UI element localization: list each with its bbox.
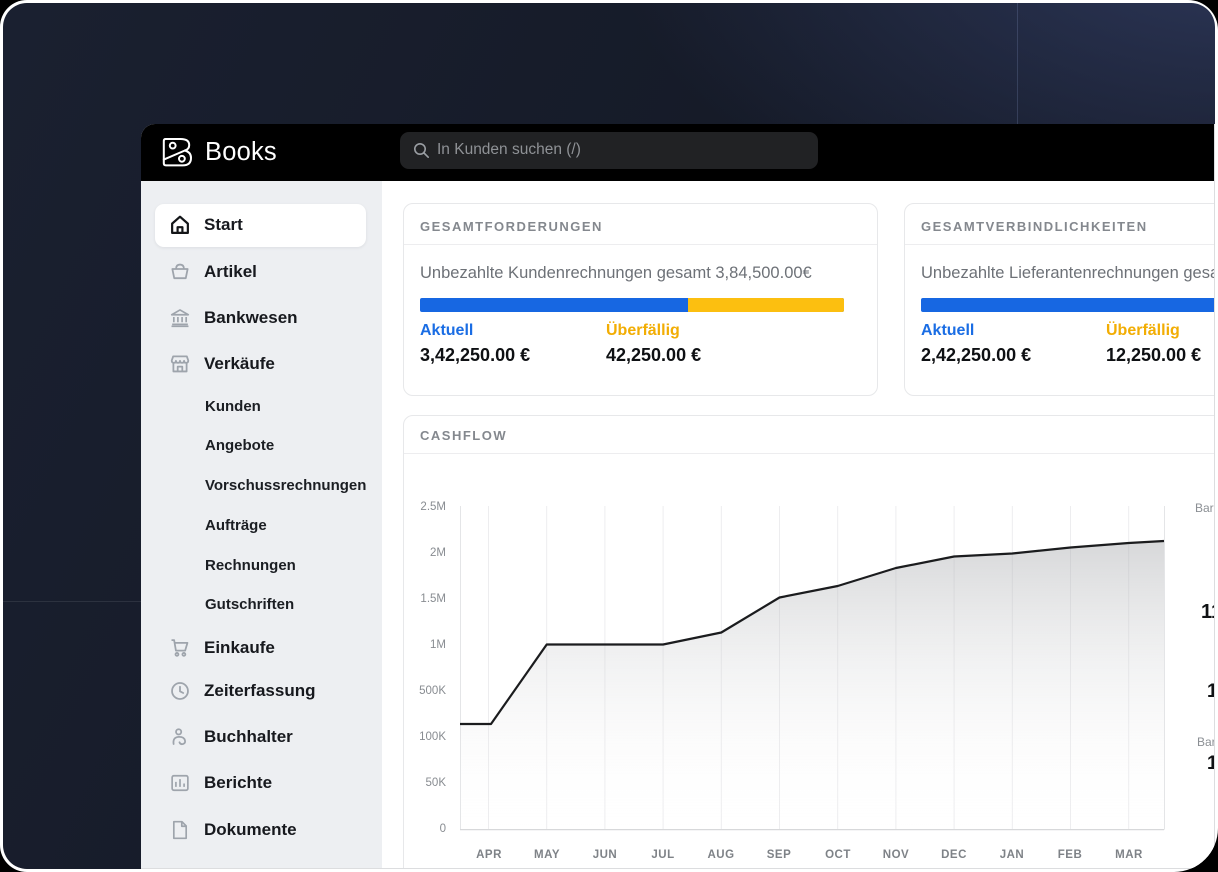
svg-text:SEP: SEP (767, 849, 792, 861)
svg-text:MAY: MAY (534, 849, 560, 861)
svg-text:JUN: JUN (593, 849, 618, 861)
svg-text:JUL: JUL (651, 849, 674, 861)
svg-text:APR: APR (476, 849, 502, 861)
svg-text:AUG: AUG (707, 849, 734, 861)
svg-text:JAN: JAN (1000, 849, 1025, 861)
svg-text:500K: 500K (419, 685, 446, 697)
svg-text:2M: 2M (430, 547, 446, 559)
svg-text:50K: 50K (426, 777, 447, 789)
svg-text:1M: 1M (430, 639, 446, 651)
svg-text:1.5M: 1.5M (420, 593, 446, 605)
svg-text:100K: 100K (419, 731, 446, 743)
svg-text:NOV: NOV (883, 849, 909, 861)
svg-text:MAR: MAR (1115, 849, 1143, 861)
svg-text:FEB: FEB (1058, 849, 1083, 861)
svg-text:OCT: OCT (825, 849, 851, 861)
svg-text:DEC: DEC (941, 849, 967, 861)
svg-text:2.5M: 2.5M (420, 501, 446, 513)
svg-text:0: 0 (440, 823, 446, 835)
